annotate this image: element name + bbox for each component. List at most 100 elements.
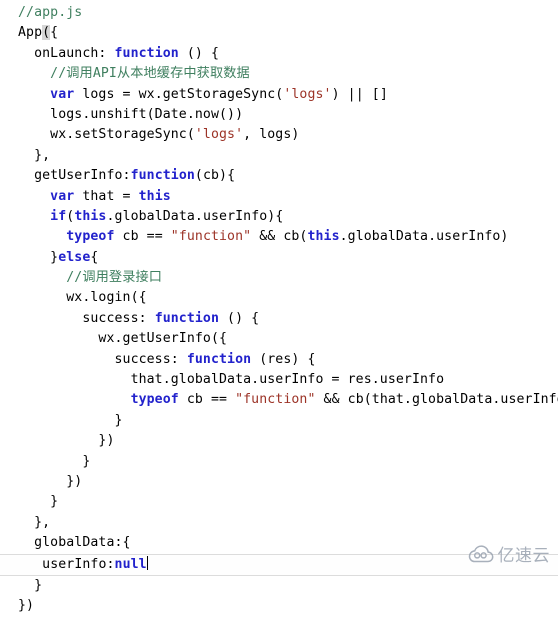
code-token-plain: userInfo: — [42, 557, 114, 572]
indent-space — [18, 352, 114, 367]
code-line[interactable]: App({ — [0, 23, 558, 43]
code-token-keyword: this — [307, 229, 339, 244]
code-line[interactable]: that.globalData.userInfo = res.userInfo — [0, 370, 558, 390]
code-line[interactable]: var that = this — [0, 187, 558, 207]
code-token-plain: && cb(that.globalData.userInfo) — [316, 392, 558, 407]
code-line[interactable]: if(this.globalData.userInfo){ — [0, 207, 558, 227]
code-token-plain: }) — [98, 433, 114, 448]
code-line[interactable]: }) — [0, 596, 558, 616]
indent-space — [18, 474, 66, 489]
code-token-plain: that.globalData.userInfo = res.userInfo — [131, 372, 445, 387]
indent-space — [18, 209, 50, 224]
indent-space — [18, 515, 34, 530]
code-token-plain: cb == — [179, 392, 235, 407]
code-line[interactable]: typeof cb == "function" && cb(this.globa… — [0, 227, 558, 247]
code-token-keyword: null — [115, 557, 147, 572]
watermark: 亿速云 — [468, 541, 551, 566]
code-token-plain: && cb( — [251, 229, 307, 244]
code-token-comment: //调用登录接口 — [66, 270, 162, 285]
code-editor[interactable]: //app.jsApp({ onLaunch: function () { //… — [0, 0, 558, 574]
indent-space — [18, 46, 34, 61]
indent-space — [18, 392, 131, 407]
code-token-plain: .globalData.userInfo) — [340, 229, 509, 244]
code-line[interactable]: success: function (res) { — [0, 350, 558, 370]
code-token-plain: that = — [74, 189, 138, 204]
code-line[interactable]: wx.login({ — [0, 288, 558, 308]
indent-space — [18, 168, 34, 183]
indent-space — [18, 372, 131, 387]
code-token-plain: success: — [114, 352, 186, 367]
code-line[interactable]: onLaunch: function () { — [0, 44, 558, 64]
code-line[interactable]: //app.js — [0, 3, 558, 23]
code-line[interactable]: }else{ — [0, 248, 558, 268]
code-token-string: 'logs' — [195, 127, 243, 142]
code-token-comment: //调用API从本地缓存中获取数据 — [50, 66, 250, 81]
code-token-keyword: this — [74, 209, 106, 224]
code-token-comment: //app.js — [18, 5, 82, 20]
code-line[interactable]: }, — [0, 146, 558, 166]
code-token-plain: { — [90, 250, 98, 265]
code-token-plain: wx.login({ — [66, 290, 146, 305]
code-line[interactable]: wx.setStorageSync('logs', logs) — [0, 125, 558, 145]
code-line[interactable]: wx.getUserInfo({ — [0, 329, 558, 349]
code-token-plain: wx.setStorageSync( — [50, 127, 195, 142]
code-token-keyword: var — [50, 87, 74, 102]
code-token-keyword: if — [50, 209, 66, 224]
code-line[interactable]: }) — [0, 431, 558, 451]
code-line[interactable]: }) — [0, 472, 558, 492]
code-token-bracket-match: ( — [42, 25, 50, 40]
code-token-plain: logs = wx.getStorageSync( — [74, 87, 283, 102]
indent-space — [18, 578, 34, 593]
code-token-plain: }, — [34, 148, 50, 163]
code-line[interactable]: } — [0, 576, 558, 596]
watermark-label: 亿速云 — [498, 541, 551, 566]
indent-space — [18, 66, 50, 81]
indent-space — [18, 433, 98, 448]
code-token-plain: () { — [219, 311, 259, 326]
code-line[interactable]: success: function () { — [0, 309, 558, 329]
indent-space — [18, 413, 114, 428]
code-token-plain: ) || [] — [332, 87, 388, 102]
code-token-plain: onLaunch: — [34, 46, 114, 61]
code-line[interactable]: var logs = wx.getStorageSync('logs') || … — [0, 85, 558, 105]
code-token-string: "function" — [235, 392, 315, 407]
code-token-plain: logs.unshift(Date.now()) — [50, 107, 243, 122]
cloud-icon — [468, 545, 494, 563]
code-token-plain: } — [114, 413, 122, 428]
code-listing[interactable]: //app.jsApp({ onLaunch: function () { //… — [0, 0, 558, 617]
code-line[interactable]: }, — [0, 513, 558, 533]
code-token-plain: () { — [179, 46, 219, 61]
code-line[interactable]: } — [0, 492, 558, 512]
code-line[interactable]: typeof cb == "function" && cb(that.globa… — [0, 390, 558, 410]
code-token-plain: App — [18, 25, 42, 40]
code-token-keyword: var — [50, 189, 74, 204]
code-token-keyword: function — [187, 352, 251, 367]
code-token-plain: globalData:{ — [34, 535, 130, 550]
code-token-string: "function" — [171, 229, 251, 244]
code-token-plain: { — [50, 25, 58, 40]
indent-space — [18, 331, 98, 346]
code-token-plain: , logs) — [243, 127, 299, 142]
code-line[interactable]: //调用API从本地缓存中获取数据 — [0, 64, 558, 84]
code-token-keyword: function — [131, 168, 195, 183]
indent-space — [18, 270, 66, 285]
indent-space — [18, 189, 50, 204]
code-token-plain: cb == — [115, 229, 171, 244]
indent-space — [18, 454, 82, 469]
code-line[interactable]: } — [0, 452, 558, 472]
indent-space — [18, 87, 50, 102]
code-token-keyword: function — [155, 311, 219, 326]
code-token-plain: } — [50, 250, 58, 265]
indent-space — [18, 127, 50, 142]
indent-space — [18, 494, 50, 509]
code-line[interactable]: } — [0, 411, 558, 431]
code-line[interactable]: logs.unshift(Date.now()) — [0, 105, 558, 125]
indent-space — [18, 148, 34, 163]
code-token-string: 'logs' — [283, 87, 331, 102]
code-line[interactable]: getUserInfo:function(cb){ — [0, 166, 558, 186]
code-token-plain: }) — [66, 474, 82, 489]
code-line[interactable]: //调用登录接口 — [0, 268, 558, 288]
indent-space — [18, 290, 66, 305]
indent-space — [18, 250, 50, 265]
code-token-keyword: this — [139, 189, 171, 204]
